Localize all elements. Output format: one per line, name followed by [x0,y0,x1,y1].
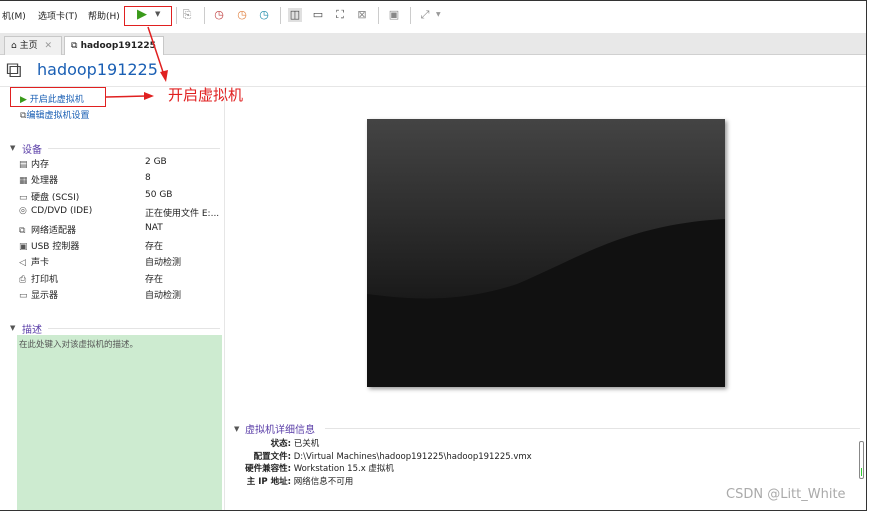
cd-icon: ◎ [19,206,27,217]
cpu-icon: ▦ [19,176,28,187]
monitor-icon: ▭ [19,291,28,302]
detail-row: 主 IP 地址: 网络信息不可用 [246,476,354,487]
collapse-icon[interactable]: ▼ [10,144,15,152]
devices-header: 设备 [22,145,42,156]
scrollbar[interactable] [859,441,864,479]
device-row[interactable]: ◎ CD/DVD (IDE) 正在使用文件 E:... [19,206,224,220]
speaker-icon: ◁ [19,258,26,269]
vm-preview[interactable] [367,119,725,387]
device-row[interactable]: ▭ 显示器 自动检测 [19,288,224,302]
collapse-icon[interactable]: ▼ [234,425,239,433]
usb-icon: ▣ [19,242,28,252]
device-row[interactable]: ▤ 内存 2 GB [19,157,224,171]
network-icon: ⧉ [19,225,26,236]
annotation-label: 开启虚拟机 [168,86,244,104]
disk-icon: ▭ [19,192,28,203]
device-row[interactable]: ▣ USB 控制器 存在 [19,239,224,253]
memory-icon: ▤ [19,160,28,170]
detail-row: 硬件兼容性: Workstation 15.x 虚拟机 [245,464,394,474]
details-header: 虚拟机详细信息 [245,425,315,436]
description-header: 描述 [22,325,42,336]
detail-row: 状态: 已关机 [270,439,320,449]
device-row[interactable]: ▭ 硬盘 (SCSI) 50 GB [19,190,224,204]
device-row[interactable]: ⎙ 打印机 存在 [19,272,224,286]
device-row[interactable]: ◁ 声卡 自动检测 [19,255,224,269]
watermark: CSDN @Litt_White [726,487,846,502]
detail-row: 配置文件: D:\Virtual Machines\hadoop191225\h… [253,451,532,462]
device-row[interactable]: ▦ 处理器 8 [19,173,224,187]
device-row[interactable]: ⧉ 网络适配器 NAT [19,223,224,237]
printer-icon: ⎙ [19,274,27,285]
description-input[interactable]: 在此处键入对该虚拟机的描述。 [17,335,222,510]
collapse-icon[interactable]: ▼ [10,324,15,332]
